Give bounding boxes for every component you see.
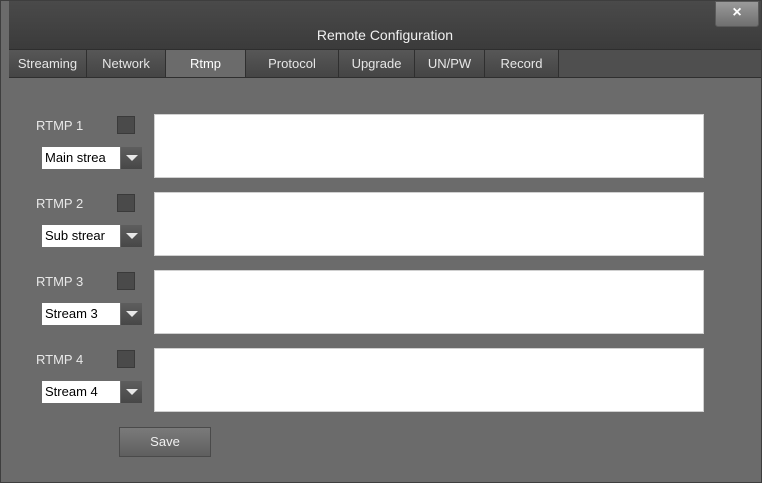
- tab-bar: Streaming Network Rtmp Protocol Upgrade …: [9, 50, 761, 78]
- rtmp1-label: RTMP 1: [36, 118, 84, 133]
- title-bar: Remote Configuration ×: [9, 1, 761, 50]
- save-button[interactable]: Save: [119, 427, 211, 457]
- chevron-down-icon[interactable]: [120, 381, 142, 403]
- tab-upgrade[interactable]: Upgrade: [339, 50, 415, 77]
- rtmp1-stream-select[interactable]: Main strea: [42, 147, 142, 169]
- tab-protocol[interactable]: Protocol: [246, 50, 339, 77]
- rtmp3-enable-checkbox[interactable]: [117, 272, 135, 290]
- rtmp4-stream-select[interactable]: Stream 4: [42, 381, 142, 403]
- rtmp4-stream-value: Stream 4: [42, 381, 120, 403]
- rtmp2-stream-value: Sub strear: [42, 225, 120, 247]
- rtmp2-stream-select[interactable]: Sub strear: [42, 225, 142, 247]
- rtmp1-enable-checkbox[interactable]: [117, 116, 135, 134]
- rtmp2-enable-checkbox[interactable]: [117, 194, 135, 212]
- chevron-down-icon[interactable]: [120, 147, 142, 169]
- rtmp-panel: RTMP 1 Main strea RTMP 2 Sub strear RTMP…: [9, 78, 761, 482]
- rtmp2-label: RTMP 2: [36, 196, 84, 211]
- rtmp2-url-field[interactable]: [154, 192, 704, 256]
- tab-network[interactable]: Network: [87, 50, 166, 77]
- rtmp3-url-field[interactable]: [154, 270, 704, 334]
- close-button[interactable]: ×: [715, 1, 759, 27]
- tab-record[interactable]: Record: [485, 50, 559, 77]
- chevron-down-icon[interactable]: [120, 303, 142, 325]
- rtmp1-url-field[interactable]: [154, 114, 704, 178]
- rtmp4-url-field[interactable]: [154, 348, 704, 412]
- rtmp4-label: RTMP 4: [36, 352, 84, 367]
- tab-unpw[interactable]: UN/PW: [415, 50, 485, 77]
- tab-rtmp[interactable]: Rtmp: [166, 50, 246, 77]
- tab-streaming[interactable]: Streaming: [9, 50, 87, 77]
- tab-bar-filler: [559, 50, 761, 77]
- rtmp4-enable-checkbox[interactable]: [117, 350, 135, 368]
- window-title: Remote Configuration: [316, 27, 454, 43]
- rtmp3-stream-value: Stream 3: [42, 303, 120, 325]
- rtmp3-stream-select[interactable]: Stream 3: [42, 303, 142, 325]
- close-icon: ×: [732, 4, 742, 21]
- rtmp3-label: RTMP 3: [36, 274, 84, 289]
- rtmp1-stream-value: Main strea: [42, 147, 120, 169]
- remote-configuration-window: Remote Configuration × Streaming Network…: [0, 0, 762, 483]
- chevron-down-icon[interactable]: [120, 225, 142, 247]
